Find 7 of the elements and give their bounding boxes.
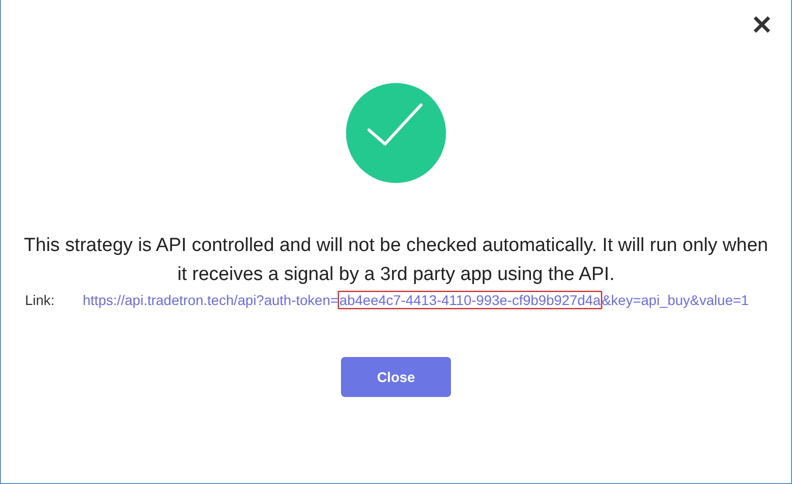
highlighted-token: ab4ee4c7-4413-4110-993e-cf9b9b927d4a xyxy=(338,291,602,309)
link-label: Link: xyxy=(25,291,55,309)
close-button[interactable]: ✕ xyxy=(749,10,775,40)
api-link[interactable]: https://api.tradetron.tech/api?auth-token=ab4ee4c7-4413-4110-993e-cf9b9b927d4a&key=api_buy&value=1 xyxy=(58,291,773,309)
message-text: This strategy is API controlled and will not be checked automatically. It will run only when it receives a signal by a 3rd party app using the API. xyxy=(22,234,770,287)
checkmark-icon xyxy=(345,82,447,184)
close-button[interactable]: Close xyxy=(341,357,451,397)
